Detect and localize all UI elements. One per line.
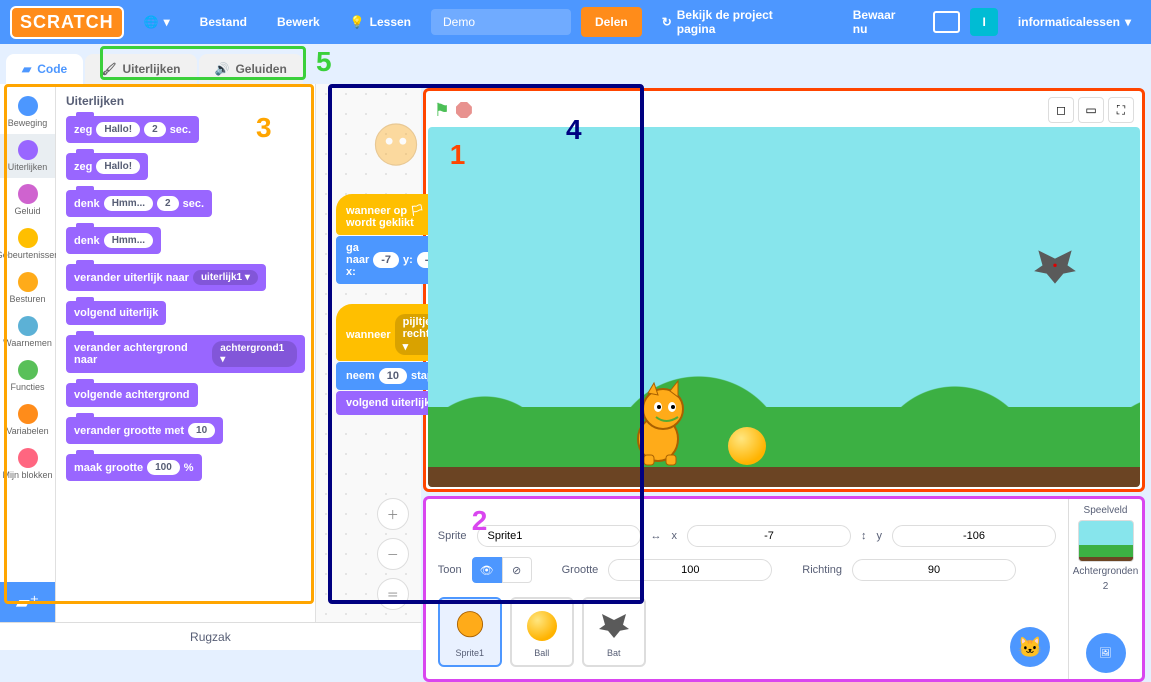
backpack[interactable]: Rugzak [0, 622, 421, 650]
size-label: Grootte [562, 564, 599, 576]
cat-sound[interactable]: Geluid [0, 178, 55, 222]
backdrops-count: 2 [1103, 581, 1109, 592]
stage-area: ⚑ ◻ ▭ ⛶ 1 [423, 88, 1145, 492]
cat-events[interactable]: Gebeurtenissen [0, 222, 55, 266]
sprites-list: Sprite1 Ball Bat 🐱 [438, 593, 1056, 671]
sound-icon: 🔊 [215, 62, 230, 76]
block-next-backdrop[interactable]: volgende achtergrond [66, 383, 198, 407]
zoom-in-button[interactable]: ＋ [377, 498, 409, 530]
cat-variables[interactable]: Variabelen [0, 398, 55, 442]
updown-icon: ↕ [861, 530, 867, 542]
sprite-y-input[interactable] [892, 525, 1056, 547]
block-think[interactable]: denk Hmm... [66, 227, 161, 254]
overlay-num-5: 5 [316, 46, 332, 78]
show-sprite-button[interactable]: 👁 [472, 557, 502, 583]
bulb-icon: 💡 [350, 15, 365, 29]
backdrops-label: Achtergronden [1073, 566, 1139, 577]
edit-menu[interactable]: Bewerk [267, 9, 330, 35]
stage-sprite-ball [728, 427, 766, 465]
show-label: Toon [438, 564, 462, 576]
tutorials-menu[interactable]: 💡Lessen [340, 9, 421, 35]
sprite-tile-sprite1[interactable]: Sprite1 [438, 597, 502, 667]
block-next-costume[interactable]: volgend uiterlijk [66, 301, 166, 325]
add-backdrop-button[interactable]: 🖼 [1086, 633, 1126, 673]
green-flag-button[interactable]: ⚑ [434, 100, 450, 121]
block-switch-backdrop[interactable]: verander achtergrond naar achtergrond1 ▾ [66, 335, 305, 373]
tab-code[interactable]: ▰Code [6, 54, 83, 84]
zoom-out-button[interactable]: － [377, 538, 409, 570]
swap-icon: ↔ [651, 530, 662, 542]
stop-button[interactable] [456, 102, 472, 118]
overlay-num-1: 1 [450, 139, 466, 171]
block-think-for-secs[interactable]: denk Hmm... 2 sec. [66, 190, 212, 217]
stage-thumbnail[interactable] [1078, 520, 1134, 562]
cat-operators[interactable]: Functies [0, 354, 55, 398]
sprite-size-input[interactable] [608, 559, 772, 581]
y-label: y [877, 530, 883, 542]
share-button[interactable]: Delen [581, 7, 642, 37]
stage-sprite-bat [1030, 247, 1080, 287]
cat-motion[interactable]: Beweging [0, 90, 55, 134]
save-now[interactable]: Bewaar nu [843, 2, 923, 42]
cat-myblocks[interactable]: Mijn blokken [0, 442, 55, 486]
palette-title: Uiterlijken [66, 94, 305, 108]
block-say-for-secs[interactable]: zeg Hallo! 2 sec. [66, 116, 199, 143]
sprite-x-input[interactable] [687, 525, 851, 547]
brush-icon: 🖌 [101, 62, 116, 76]
stage-fullscreen-button[interactable]: ⛶ [1108, 97, 1134, 123]
cat-control[interactable]: Besturen [0, 266, 55, 310]
sprite-label: Sprite [438, 530, 467, 542]
add-extension-button[interactable]: ▰⁺ [0, 582, 55, 622]
sprite-tile-ball[interactable]: Ball [510, 597, 574, 667]
stage-small-button[interactable]: ◻ [1048, 97, 1074, 123]
globe-icon: 🌐 [144, 15, 159, 29]
direction-label: Richting [802, 564, 842, 576]
tab-costumes[interactable]: 🖌Uiterlijken [85, 54, 196, 84]
project-title-input[interactable]: Demo [431, 9, 571, 35]
x-label: x [672, 530, 678, 542]
file-menu[interactable]: Bestand [190, 9, 257, 35]
block-switch-costume[interactable]: verander uiterlijk naar uiterlijk1 ▾ [66, 264, 266, 291]
stage-large-button[interactable]: ▭ [1078, 97, 1104, 123]
hide-sprite-button[interactable]: ⊘ [502, 557, 532, 583]
workspace-sprite-thumb [361, 116, 401, 156]
add-sprite-button[interactable]: 🐱 [1010, 627, 1050, 667]
cat-sensing[interactable]: Waarnemen [0, 310, 55, 354]
block-palette: Uiterlijken zeg Hallo! 2 sec. zeg Hallo!… [56, 84, 316, 622]
stage-sprite-cat [618, 379, 698, 469]
block-categories: Beweging Uiterlijken Geluid Gebeurteniss… [0, 84, 56, 622]
sprite-direction-input[interactable] [852, 559, 1016, 581]
tab-sounds[interactable]: 🔊Geluiden [199, 54, 303, 84]
stage-select-title: Speelveld [1084, 505, 1128, 516]
refresh-icon: ↻ [662, 15, 672, 29]
stage-canvas[interactable]: 1 [428, 127, 1140, 487]
block-say[interactable]: zeg Hallo! [66, 153, 148, 180]
zoom-reset-button[interactable]: ＝ [377, 578, 409, 610]
sprite-name-input[interactable] [477, 525, 641, 547]
workspace-controls: ＋ － ＝ [377, 498, 409, 610]
see-project-page[interactable]: ↻Bekijk de project pagina [652, 2, 823, 42]
stage-selector[interactable]: Speelveld Achtergronden 2 🖼 [1068, 499, 1142, 679]
mystuff-icon[interactable] [933, 11, 961, 33]
cat-looks[interactable]: Uiterlijken [0, 134, 55, 178]
sprite-panel: 2 Sprite ↔ x ↕ y Toon 👁 ⊘ [423, 496, 1145, 682]
block-set-size[interactable]: maak grootte 100 % [66, 454, 202, 481]
user-avatar[interactable]: I [970, 8, 998, 36]
account-menu[interactable]: informaticalessen ▾ [1008, 9, 1141, 35]
sprite-tile-bat[interactable]: Bat [582, 597, 646, 667]
menu-bar: SCRATCH 🌐▾ Bestand Bewerk 💡Lessen Demo D… [0, 0, 1151, 44]
block-change-size[interactable]: verander grootte met 10 [66, 417, 223, 444]
script-workspace[interactable]: wanneer op 🏳 wordt geklikt ga naar x: -7… [316, 84, 421, 622]
language-menu[interactable]: 🌐▾ [134, 9, 180, 35]
editor-tabs: ▰Code 🖌Uiterlijken 🔊Geluiden 5 [0, 44, 1151, 84]
code-area: Beweging Uiterlijken Geluid Gebeurteniss… [0, 84, 421, 622]
scratch-logo[interactable]: SCRATCH [10, 6, 124, 39]
